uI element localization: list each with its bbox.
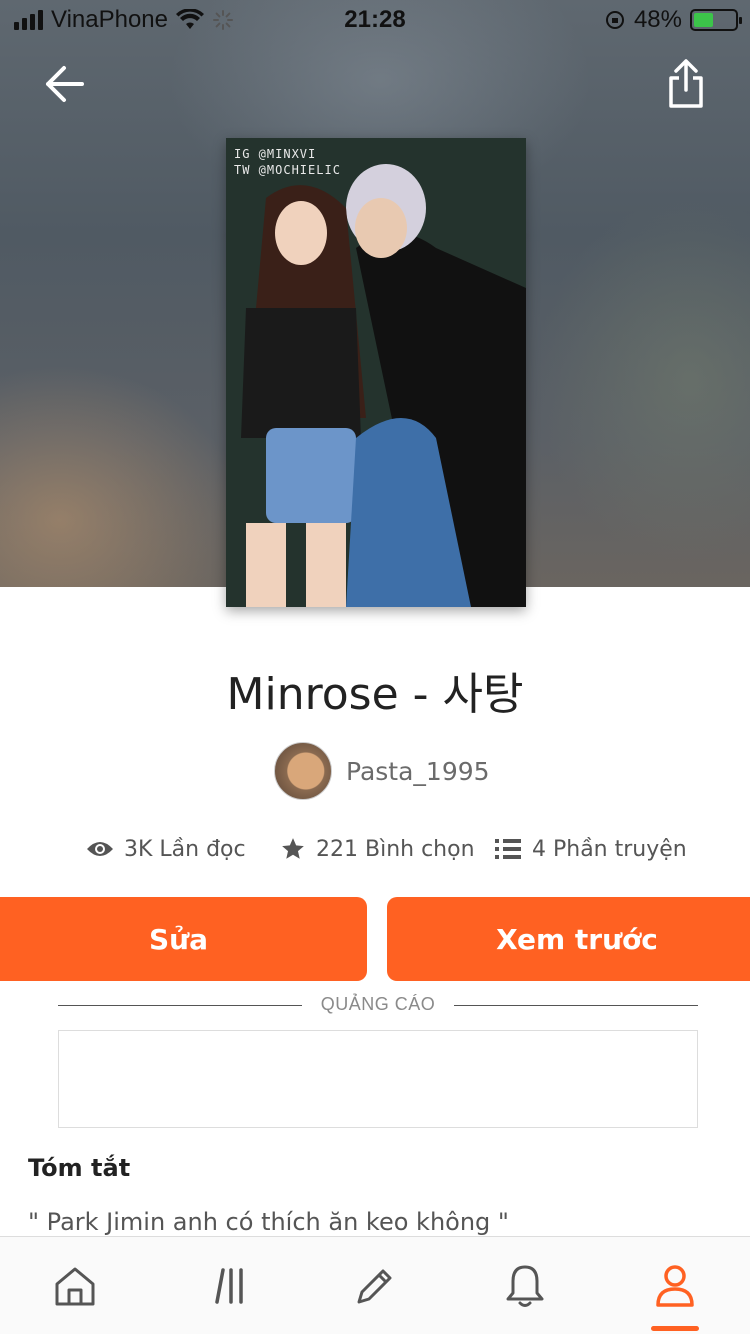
story-stats: 3K Lần đọc 221 Bình chọn 4 Phần truyện xyxy=(0,832,750,866)
nav-notifications[interactable] xyxy=(480,1237,570,1334)
ad-label: QUẢNG CÁO xyxy=(320,994,436,1014)
pencil-icon xyxy=(357,1269,392,1304)
library-icon xyxy=(215,1268,243,1304)
divider-line-right xyxy=(454,1005,698,1006)
active-tab-indicator xyxy=(651,1326,699,1331)
summary-text: " Park Jimin anh có thích ăn keo không " xyxy=(28,1208,509,1236)
orientation-lock-icon xyxy=(605,11,624,29)
ad-divider: QUẢNG CÁO xyxy=(58,994,698,1016)
nav-library[interactable] xyxy=(182,1237,272,1334)
cover-caption-line1: IG @MINXVI xyxy=(234,147,317,161)
back-button[interactable] xyxy=(38,60,90,108)
preview-button[interactable]: Xem trước xyxy=(387,897,750,981)
cover-caption-line2: TW @MOCHIELIC xyxy=(234,163,341,177)
cover-caption: IG @MINXVI TW @MOCHIELIC xyxy=(234,146,341,178)
battery-icon xyxy=(690,9,742,31)
summary-heading: Tóm tắt xyxy=(28,1154,131,1182)
parts-stat: 4 Phần truyện xyxy=(494,832,687,866)
author-name: Pasta_1995 xyxy=(346,756,490,786)
story-cover[interactable]: IG @MINXVI TW @MOCHIELIC xyxy=(226,138,526,607)
arrow-left-icon xyxy=(46,66,84,102)
edit-button[interactable]: Sửa xyxy=(0,897,367,981)
avatar xyxy=(274,742,332,800)
reads-stat: 3K Lần đọc xyxy=(86,832,246,866)
nav-home[interactable] xyxy=(30,1237,120,1334)
ad-slot[interactable] xyxy=(58,1030,698,1128)
bell-icon xyxy=(506,1265,544,1307)
status-right: 48% xyxy=(604,6,742,34)
battery-percent: 48% xyxy=(633,6,682,33)
home-icon xyxy=(55,1267,95,1306)
parts-count: 4 Phần truyện xyxy=(532,836,687,862)
share-button[interactable] xyxy=(662,56,710,112)
story-title: Minrose - 사탕 xyxy=(226,669,524,720)
profile-icon xyxy=(656,1265,694,1307)
bottom-nav xyxy=(0,1236,750,1334)
divider-line-left xyxy=(58,1005,302,1006)
reads-count: 3K Lần đọc xyxy=(124,836,246,862)
share-icon xyxy=(669,59,703,108)
nav-write[interactable] xyxy=(330,1237,420,1334)
cover-illustration xyxy=(226,138,526,607)
eye-icon xyxy=(87,842,113,856)
star-icon xyxy=(282,838,304,859)
list-icon xyxy=(495,839,521,859)
nav-profile[interactable] xyxy=(630,1237,720,1334)
votes-count: 221 Bình chọn xyxy=(316,836,475,862)
votes-stat: 221 Bình chọn xyxy=(280,832,475,866)
author-link[interactable]: Pasta_1995 xyxy=(274,742,490,800)
status-bar: VinaPhone 21:28 48% xyxy=(0,0,750,40)
